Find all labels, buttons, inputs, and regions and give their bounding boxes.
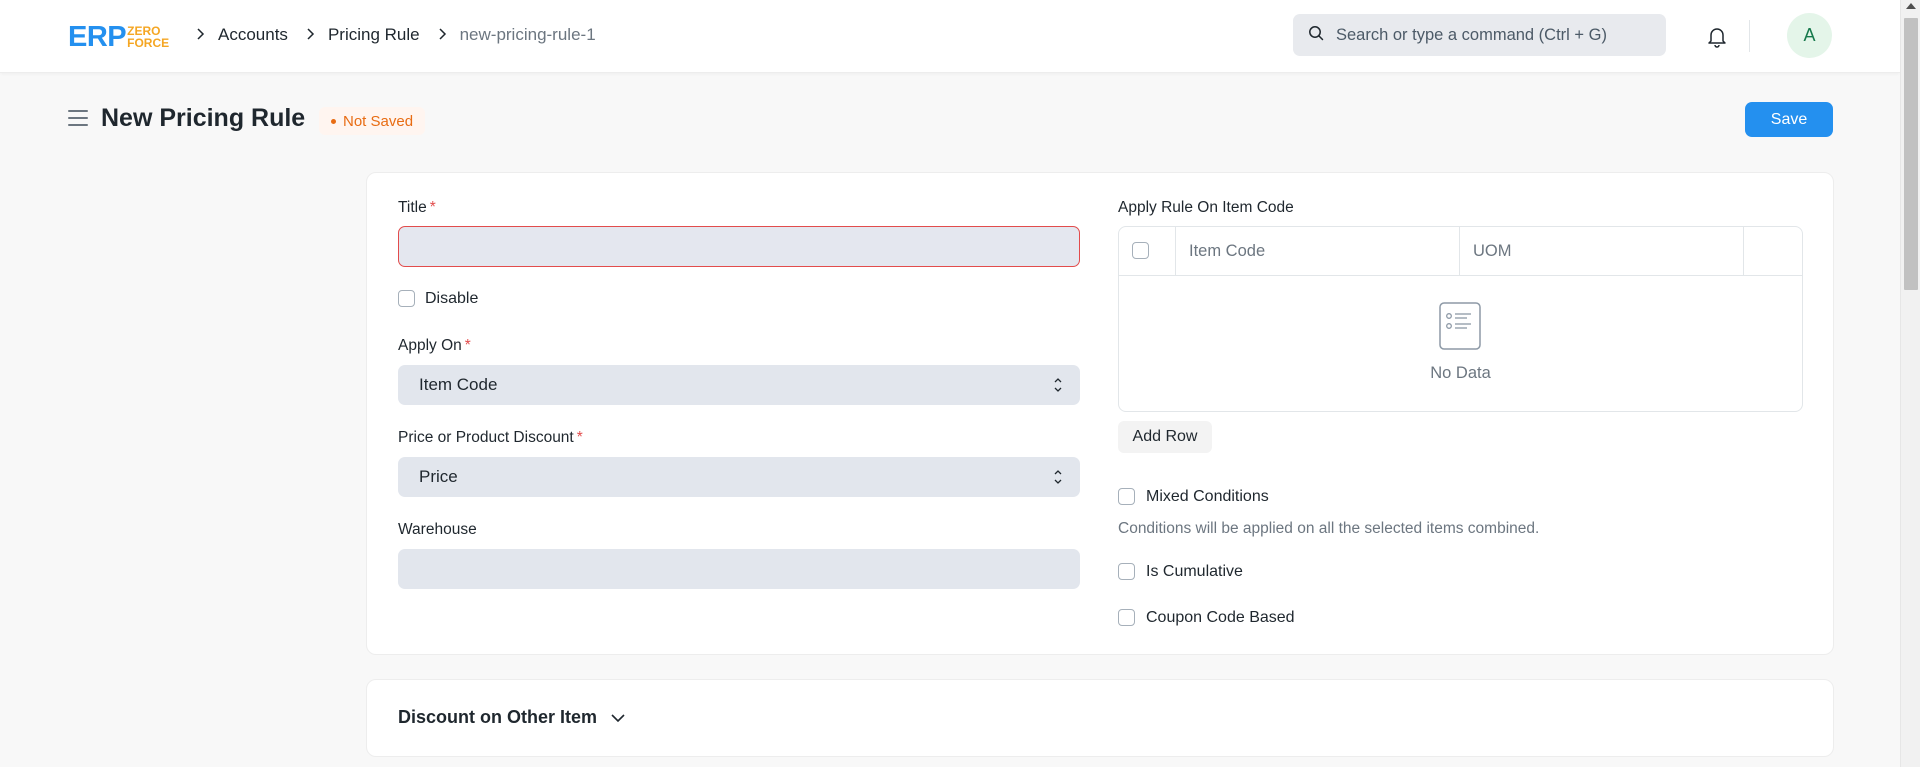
app-logo[interactable]: ERP ZERO FORCE: [68, 20, 169, 53]
avatar[interactable]: A: [1787, 13, 1832, 58]
sidebar-toggle-icon[interactable]: [68, 110, 88, 128]
select-arrows-icon: [1054, 470, 1062, 484]
price-discount-select[interactable]: Price: [398, 457, 1080, 497]
chevron-right-icon: [306, 27, 315, 44]
logo-text: ERP: [68, 20, 127, 53]
page-scrollbar[interactable]: [1900, 0, 1920, 767]
column-uom-label: UOM: [1473, 242, 1512, 260]
logo-subtext: ZERO FORCE: [127, 25, 169, 49]
breadcrumb-current[interactable]: new-pricing-rule-1: [460, 25, 596, 45]
mixed-conditions-label: Mixed Conditions: [1146, 488, 1269, 505]
column-item-code-label: Item Code: [1189, 242, 1266, 260]
title-input[interactable]: [398, 226, 1080, 267]
search-icon: [1308, 25, 1324, 46]
status-badge-label: Not Saved: [343, 112, 414, 130]
breadcrumb: Accounts Pricing Rule new-pricing-rule-1: [196, 24, 614, 46]
add-row-button[interactable]: Add Row: [1118, 421, 1212, 453]
status-dot-icon: [331, 118, 336, 124]
item-code-table: Item Code UOM No Data: [1118, 226, 1803, 412]
status-badge: Not Saved: [319, 107, 426, 135]
is-cumulative-label: Is Cumulative: [1146, 563, 1243, 580]
is-cumulative-checkbox[interactable]: [1118, 563, 1135, 580]
disable-checkbox[interactable]: [398, 290, 415, 307]
table-header: Item Code UOM: [1119, 227, 1802, 276]
price-discount-value: Price: [419, 467, 458, 486]
breadcrumb-accounts[interactable]: Accounts: [218, 25, 288, 45]
bell-icon[interactable]: [1704, 24, 1730, 50]
coupon-code-checkbox[interactable]: [1118, 609, 1135, 626]
empty-list-icon: [1439, 302, 1481, 350]
coupon-code-label: Coupon Code Based: [1146, 609, 1295, 626]
title-label: Title *: [398, 199, 436, 216]
breadcrumb-pricing-rule[interactable]: Pricing Rule: [328, 25, 420, 45]
empty-state-text: No Data: [1430, 364, 1491, 382]
chevron-right-icon: [196, 27, 205, 44]
warehouse-label: Warehouse: [398, 521, 477, 538]
price-discount-label: Price or Product Discount *: [398, 429, 583, 446]
chevron-down-icon[interactable]: [610, 712, 626, 724]
column-item-code: Item Code: [1176, 227, 1460, 276]
disable-label: Disable: [425, 290, 479, 307]
apply-on-value: Item Code: [419, 375, 498, 394]
warehouse-input[interactable]: [398, 549, 1080, 589]
column-uom: UOM: [1460, 227, 1744, 276]
apply-on-select[interactable]: Item Code: [398, 365, 1080, 405]
page-title: New Pricing Rule: [101, 104, 306, 132]
mixed-conditions-checkbox[interactable]: [1118, 488, 1135, 505]
apply-on-label: Apply On *: [398, 337, 471, 354]
select-all-checkbox[interactable]: [1132, 242, 1149, 259]
mixed-conditions-help: Conditions will be applied on all the se…: [1118, 520, 1540, 537]
scrollbar-thumb[interactable]: [1904, 18, 1918, 290]
section-title[interactable]: Discount on Other Item: [398, 707, 597, 728]
save-button[interactable]: Save: [1745, 102, 1833, 137]
navbar-divider: [1749, 20, 1750, 52]
scroll-up-arrow-icon[interactable]: [1906, 3, 1916, 9]
search-placeholder: Search or type a command (Ctrl + G): [1336, 25, 1607, 44]
select-arrows-icon: [1054, 378, 1062, 392]
search-input[interactable]: Search or type a command (Ctrl + G): [1293, 14, 1666, 56]
select-all-cell: [1119, 227, 1176, 276]
apply-rule-label: Apply Rule On Item Code: [1118, 199, 1294, 216]
logo-sub-bottom: FORCE: [127, 36, 170, 50]
navbar: ERP ZERO FORCE Accounts Pricing Rule new…: [0, 0, 1900, 73]
chevron-right-icon: [438, 27, 447, 44]
